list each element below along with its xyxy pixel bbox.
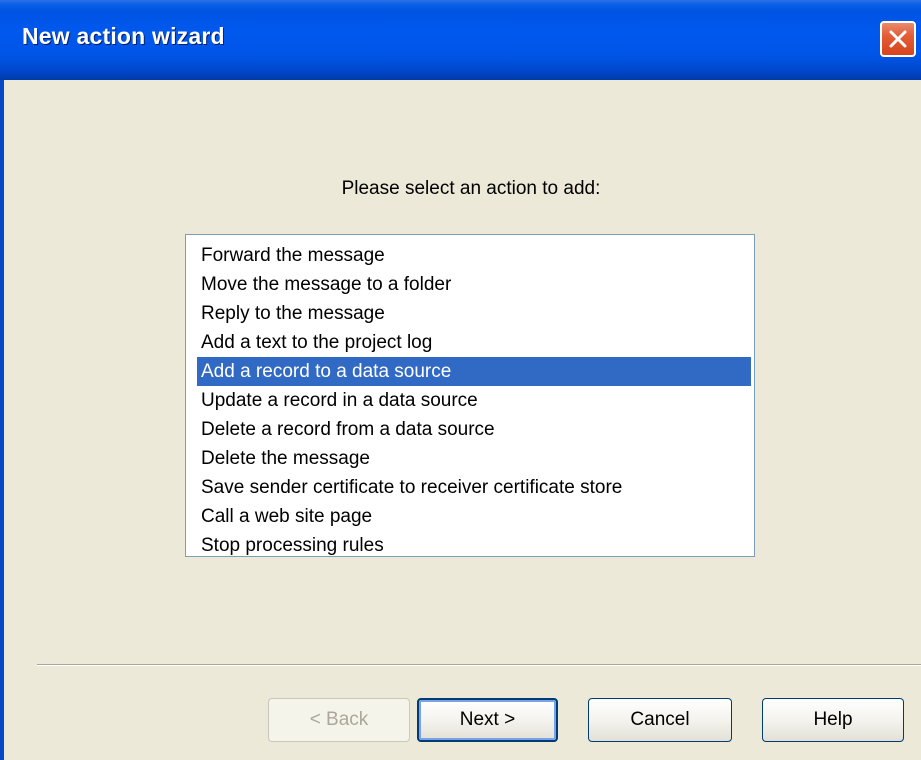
list-item-delete-record[interactable]: Delete a record from a data source — [197, 415, 751, 444]
cancel-button[interactable]: Cancel — [588, 698, 732, 742]
list-item-save-certificate[interactable]: Save sender certificate to receiver cert… — [197, 473, 751, 502]
close-icon — [889, 30, 907, 48]
window-title: New action wizard — [22, 23, 225, 49]
list-item-call-web-page[interactable]: Call a web site page — [197, 502, 751, 531]
next-button[interactable]: Next > — [417, 698, 558, 742]
list-item-add-record[interactable]: Add a record to a data source — [197, 357, 751, 386]
list-item-forward-message[interactable]: Forward the message — [197, 241, 751, 270]
help-button[interactable]: Help — [762, 698, 904, 742]
close-button[interactable] — [880, 21, 916, 57]
action-listbox[interactable]: Forward the message Move the message to … — [185, 234, 755, 557]
prompt-label: Please select an action to add: — [341, 178, 601, 199]
list-item-update-record[interactable]: Update a record in a data source — [197, 386, 751, 415]
title-bar[interactable]: New action wizard — [0, 0, 921, 80]
list-item-move-message[interactable]: Move the message to a folder — [197, 270, 751, 299]
back-button[interactable]: < Back — [268, 698, 410, 742]
list-item-add-text-log[interactable]: Add a text to the project log — [197, 328, 751, 357]
list-item-reply-message[interactable]: Reply to the message — [197, 299, 751, 328]
separator — [37, 664, 921, 666]
wizard-window: New action wizard Please select an actio… — [0, 0, 921, 760]
list-item-stop-processing[interactable]: Stop processing rules — [197, 531, 751, 560]
list-item-delete-message[interactable]: Delete the message — [197, 444, 751, 473]
